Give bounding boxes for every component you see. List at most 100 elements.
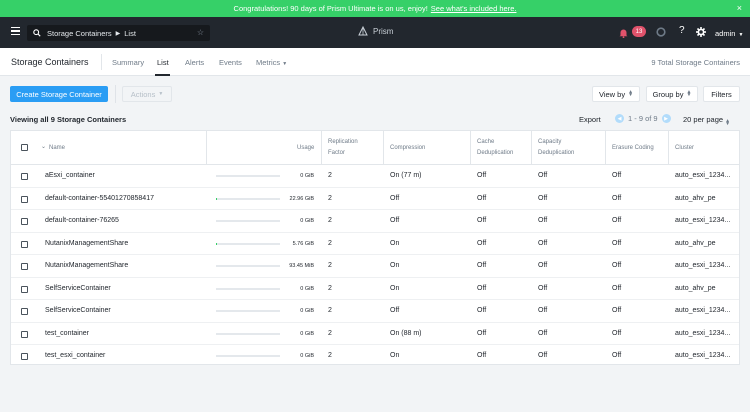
user-menu[interactable]: admin▼	[715, 29, 743, 38]
column-header-usage[interactable]: Usage	[297, 143, 314, 154]
row-checkbox[interactable]	[21, 331, 28, 338]
cell-capacity-dedup: Off	[538, 330, 547, 337]
tab-metrics[interactable]: Metrics ▼	[256, 58, 287, 67]
tab-metrics-label: Metrics	[256, 58, 280, 67]
cell-name[interactable]: NutanixManagementShare	[45, 262, 128, 269]
alerts-bell-icon[interactable]	[619, 28, 628, 38]
actions-dropdown[interactable]: Actions ▼	[122, 86, 172, 102]
column-header-replication[interactable]: ReplicationFactor	[328, 137, 358, 159]
hamburger-menu-icon[interactable]	[11, 27, 20, 35]
column-header-compression[interactable]: Compression	[390, 143, 425, 154]
table-row[interactable]: default-container-762650 GiB2OffOffOffOf…	[11, 210, 739, 233]
cell-name[interactable]: SelfServiceContainer	[45, 307, 111, 314]
cell-compression: On	[390, 285, 399, 292]
alert-count-badge[interactable]: 13	[632, 26, 646, 37]
export-button[interactable]: Export	[579, 115, 601, 124]
create-storage-container-button[interactable]: Create Storage Container	[10, 86, 108, 102]
column-divider	[321, 131, 322, 165]
sort-arrow-icon[interactable]: ⌄	[41, 142, 46, 153]
cell-erasure-coding: Off	[612, 330, 621, 337]
cell-capacity-dedup: Off	[538, 307, 547, 314]
sort-updown-icon: ▲▼	[686, 91, 691, 97]
tab-events[interactable]: Events	[219, 58, 242, 67]
cell-erasure-coding: Off	[612, 240, 621, 247]
row-checkbox[interactable]	[21, 308, 28, 315]
cell-cache-dedup: Off	[477, 217, 486, 224]
tab-list[interactable]: List	[157, 58, 169, 67]
cell-name[interactable]: default-container-55401270858417	[45, 195, 154, 202]
top-navigation-bar: Storage Containers ▶ List ☆ Prism 13 ? a…	[0, 17, 750, 48]
usage-bar-fill	[216, 243, 217, 245]
group-by-dropdown[interactable]: Group by ▲▼	[646, 86, 698, 102]
page-title: Storage Containers	[11, 57, 89, 67]
cell-cluster: auto_esxi_1234...	[675, 352, 730, 359]
next-page-icon[interactable]: ▶	[662, 114, 671, 123]
cell-capacity-dedup: Off	[538, 285, 547, 292]
cell-replication-factor: 2	[328, 195, 332, 202]
cell-name[interactable]: aEsxi_container	[45, 172, 95, 179]
tab-summary[interactable]: Summary	[112, 58, 144, 67]
cache-line-1: Cache	[477, 139, 494, 145]
previous-page-icon[interactable]: ◀	[615, 114, 624, 123]
table-row[interactable]: aEsxi_container0 GiB2On (77 m)OffOffOffa…	[11, 165, 739, 188]
cell-capacity-dedup: Off	[538, 352, 547, 359]
search-path-leaf: List	[124, 29, 136, 38]
table-row[interactable]: NutanixManagementShare5.76 GiB2OnOffOffO…	[11, 233, 739, 256]
column-header-cache-dedup[interactable]: CacheDeduplication	[477, 137, 513, 159]
actions-label: Actions	[131, 90, 156, 99]
row-checkbox[interactable]	[21, 241, 28, 248]
cell-compression: On	[390, 352, 399, 359]
cell-cluster: auto_esxi_1234...	[675, 307, 730, 314]
table-row[interactable]: SelfServiceContainer0 GiB2OffOffOffOffau…	[11, 300, 739, 323]
active-tab-indicator	[155, 74, 170, 76]
cell-cache-dedup: Off	[477, 195, 486, 202]
usage-bar-fill	[216, 198, 217, 200]
view-by-label: View by	[599, 90, 625, 99]
row-checkbox[interactable]	[21, 173, 28, 180]
promo-banner: Congratulations! 90 days of Prism Ultima…	[0, 0, 750, 17]
per-page-dropdown[interactable]: 20 per page ▲▼	[683, 115, 730, 126]
table-row[interactable]: default-container-5540127085841722.96 Gi…	[11, 188, 739, 211]
column-header-erasure-coding[interactable]: Erasure Coding	[612, 143, 654, 154]
replication-line-1: Replication	[328, 139, 358, 145]
table-row[interactable]: SelfServiceContainer0 GiB2OnOffOffOffaut…	[11, 278, 739, 301]
table-row[interactable]: NutanixManagementShare93.45 MiB2OnOffOff…	[11, 255, 739, 278]
toolbar-divider	[115, 85, 116, 103]
cell-cluster: auto_ahv_pe	[675, 240, 715, 247]
row-checkbox[interactable]	[21, 263, 28, 270]
view-by-dropdown[interactable]: View by ▲▼	[592, 86, 640, 102]
banner-close-icon[interactable]: ×	[737, 3, 742, 13]
help-icon[interactable]: ?	[679, 25, 685, 36]
cell-name[interactable]: test_esxi_container	[45, 352, 105, 359]
cell-name[interactable]: SelfServiceContainer	[45, 285, 111, 292]
row-checkbox[interactable]	[21, 196, 28, 203]
search-path-root: Storage Containers	[47, 29, 112, 38]
column-header-name[interactable]: Name	[49, 143, 65, 154]
filters-button[interactable]: Filters	[703, 86, 740, 102]
cell-replication-factor: 2	[328, 217, 332, 224]
cell-name[interactable]: default-container-76265	[45, 217, 119, 224]
cell-name[interactable]: NutanixManagementShare	[45, 240, 128, 247]
gear-icon[interactable]	[696, 27, 706, 37]
pagination: ◀ 1 - 9 of 9 ▶	[615, 114, 671, 123]
tab-alerts[interactable]: Alerts	[185, 58, 204, 67]
tasks-circle-icon[interactable]	[656, 27, 666, 37]
cell-erasure-coding: Off	[612, 262, 621, 269]
row-checkbox[interactable]	[21, 353, 28, 360]
table-row[interactable]: test_container0 GiB2On (88 m)OffOffOffau…	[11, 323, 739, 346]
row-checkbox[interactable]	[21, 218, 28, 225]
select-all-checkbox[interactable]	[21, 144, 28, 151]
title-divider	[101, 54, 102, 70]
page-range: 1 - 9 of 9	[628, 114, 658, 123]
banner-link[interactable]: See what's included here.	[431, 4, 517, 13]
usage-bar	[216, 333, 280, 335]
brand: Prism	[358, 26, 393, 36]
table-row[interactable]: test_esxi_container0 GiB2OnOffOffOffauto…	[11, 345, 739, 368]
column-header-cluster[interactable]: Cluster	[675, 143, 694, 154]
search-input[interactable]: Storage Containers ▶ List ☆	[27, 25, 210, 41]
favorite-star-icon[interactable]: ☆	[197, 28, 204, 37]
column-header-capacity-dedup[interactable]: CapacityDeduplication	[538, 137, 574, 159]
row-checkbox[interactable]	[21, 286, 28, 293]
cell-replication-factor: 2	[328, 172, 332, 179]
cell-name[interactable]: test_container	[45, 330, 89, 337]
